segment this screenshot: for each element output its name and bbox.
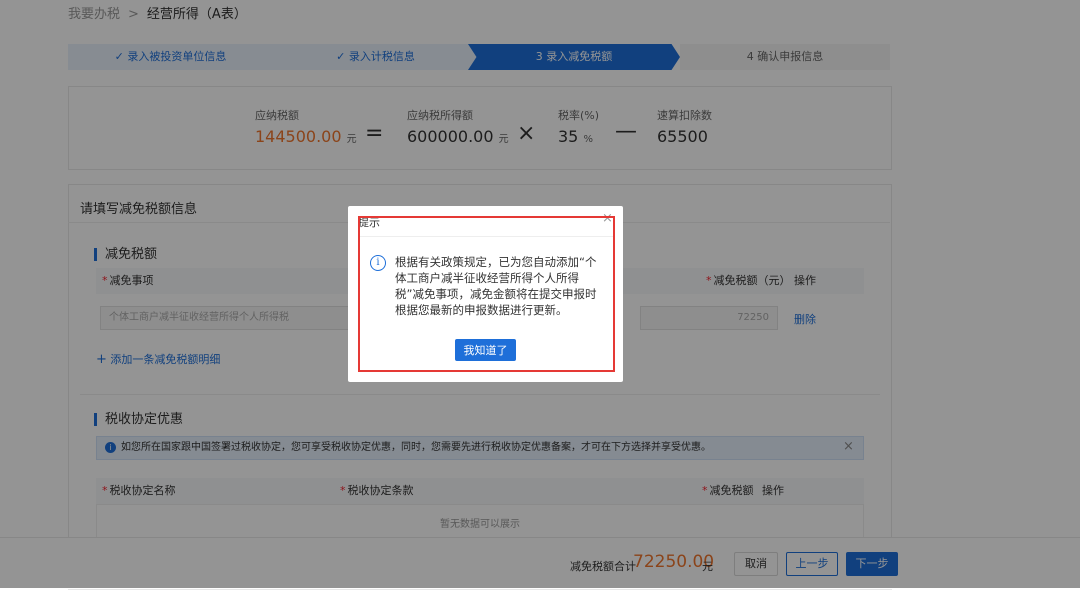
highlight-box — [358, 216, 615, 372]
